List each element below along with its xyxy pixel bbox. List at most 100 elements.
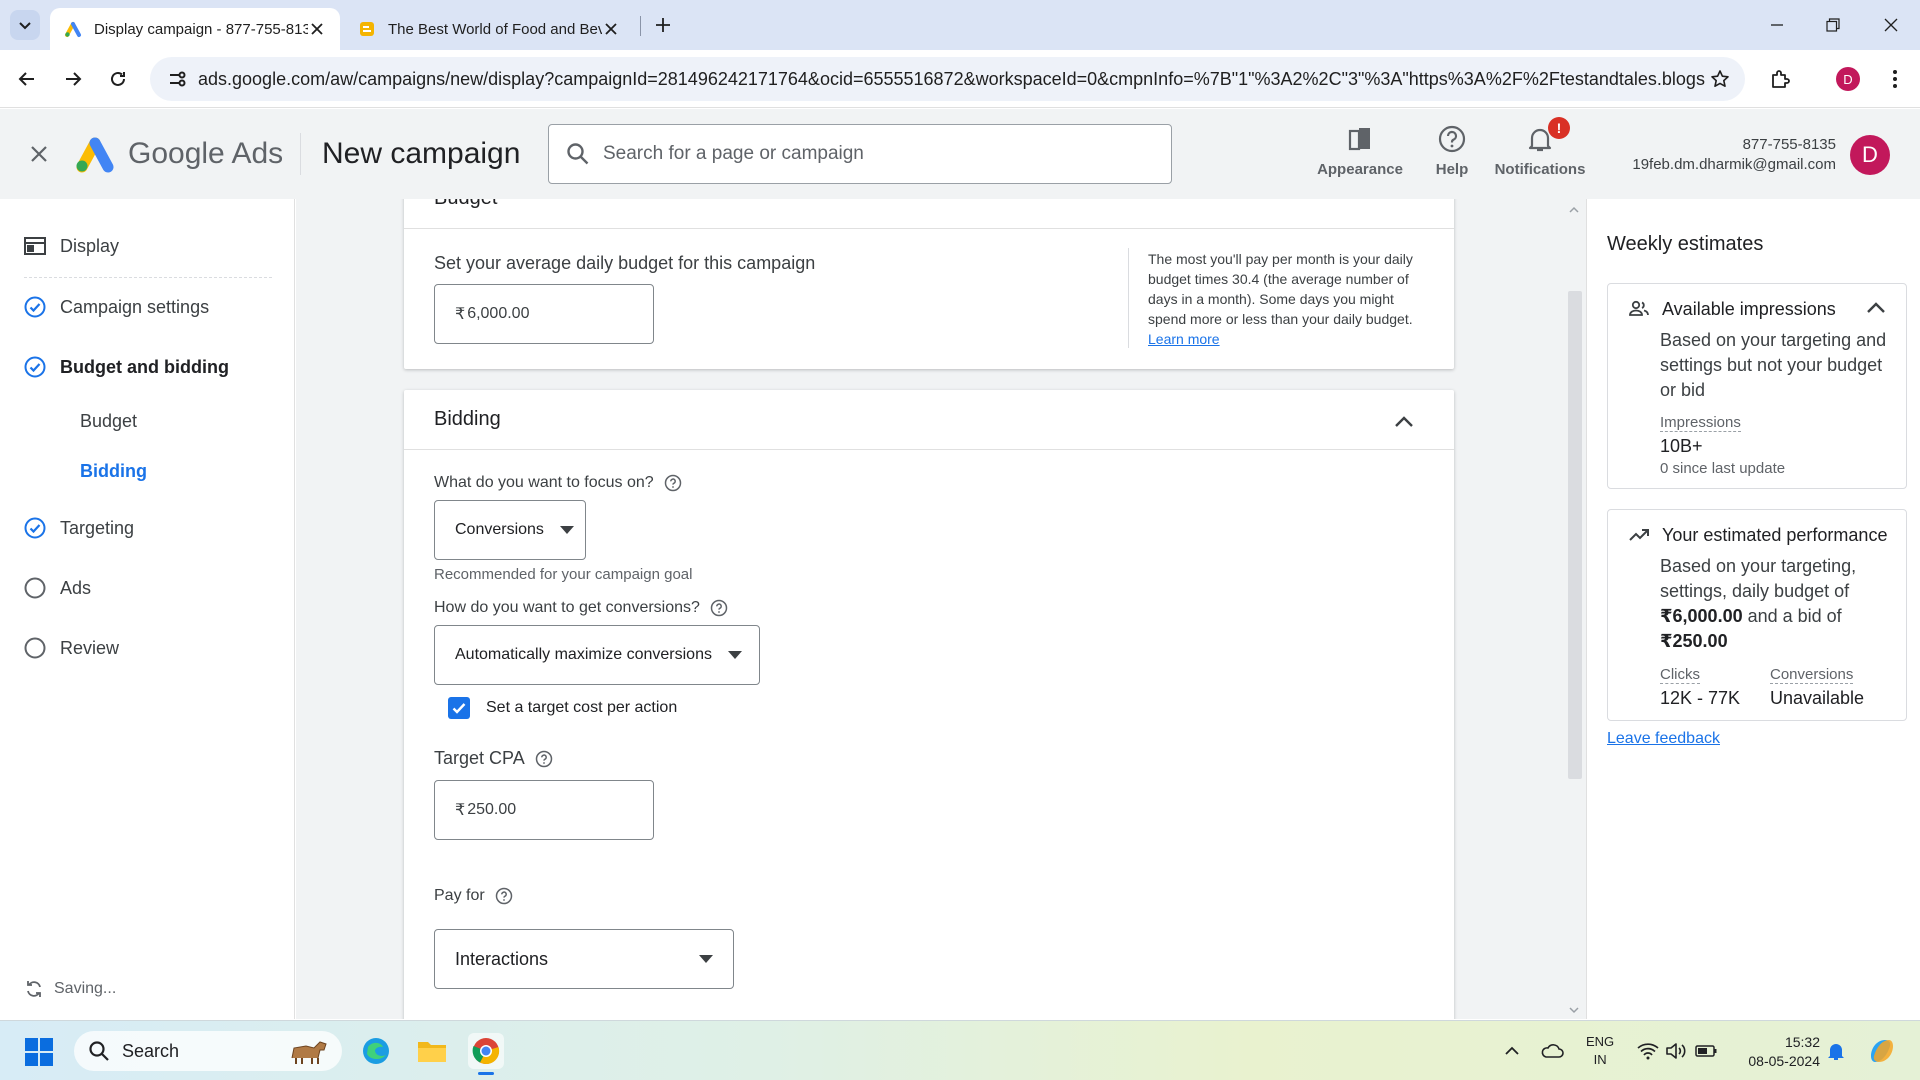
taskbar-search[interactable]: Search: [74, 1031, 342, 1071]
target-cpa-checkbox-label: Set a target cost per action: [486, 699, 678, 716]
focus-label-text: What do you want to focus on?: [434, 474, 654, 491]
help-circle-icon[interactable]: [710, 599, 728, 617]
exit-campaign-button[interactable]: [24, 139, 54, 169]
main-scrollbar[interactable]: [1564, 199, 1584, 1019]
arrow-right-icon: [66, 72, 82, 86]
performance-desc-mid: and a bid of: [1747, 606, 1842, 626]
budget-title: Budget: [434, 199, 497, 210]
help-circle-icon[interactable]: [495, 887, 513, 905]
back-button[interactable]: [12, 64, 42, 94]
learn-more-link[interactable]: Learn more: [1148, 331, 1220, 347]
site-info-icon[interactable]: [166, 68, 188, 90]
checkmark-icon: [452, 703, 466, 714]
minimize-button[interactable]: [1762, 10, 1792, 40]
conversion-method-select[interactable]: Automatically maximize conversions: [434, 625, 760, 685]
pay-for-value: Interactions: [455, 948, 549, 969]
tab-separator: [640, 16, 641, 36]
account-avatar[interactable]: D: [1850, 135, 1890, 175]
nav-item-budget-and-bidding[interactable]: Budget and bidding: [24, 352, 229, 382]
target-cpa-input[interactable]: ₹ 250.00: [434, 780, 654, 840]
wifi-tray[interactable]: [1636, 1039, 1660, 1063]
help-circle-icon[interactable]: [664, 474, 682, 492]
focus-select[interactable]: Conversions: [434, 500, 586, 560]
tab-search-button[interactable]: [10, 10, 40, 40]
campaign-steps-nav: Display Campaign settings Budget and bid…: [0, 199, 295, 1019]
google-ads-favicon-icon: [65, 22, 81, 37]
account-email: 19feb.dm.dharmik@gmail.com: [1632, 156, 1836, 173]
address-bar[interactable]: ads.google.com/aw/campaigns/new/display?…: [150, 57, 1745, 101]
browser-profile-avatar[interactable]: D: [1836, 67, 1860, 91]
nav-item-ads[interactable]: Ads: [24, 573, 91, 603]
taskbar-file-explorer[interactable]: [414, 1033, 450, 1069]
scrollbar-thumb[interactable]: [1568, 291, 1582, 779]
conversions-metric-label[interactable]: Conversions: [1770, 666, 1854, 684]
onedrive-tray[interactable]: [1540, 1039, 1564, 1063]
wifi-icon: [1637, 1043, 1659, 1060]
nav-item-label: Targeting: [60, 517, 135, 538]
search-input[interactable]: [603, 143, 1143, 165]
chevron-up-icon[interactable]: [1864, 296, 1888, 320]
browser-tab-inactive[interactable]: The Best World of Food and Beverages: [344, 8, 634, 50]
account-info[interactable]: 877-755-8135 19feb.dm.dharmik@gmail.com: [1632, 135, 1836, 175]
nav-item-targeting[interactable]: Targeting: [24, 513, 134, 543]
taskbar-clock[interactable]: 15:32 08-05-2024: [1700, 1033, 1820, 1071]
impressions-description: Based on your targeting and settings but…: [1660, 330, 1887, 400]
target-cpa-checkbox-row[interactable]: Set a target cost per action: [448, 697, 677, 719]
restore-button[interactable]: [1818, 10, 1848, 40]
windows-start-icon[interactable]: [24, 1037, 54, 1067]
edge-browser-icon: [363, 1038, 389, 1064]
notifications-label: Notifications: [1494, 161, 1586, 178]
input-language-indicator[interactable]: ENG IN: [1586, 1033, 1614, 1069]
bookmark-star-icon[interactable]: [1705, 64, 1735, 94]
main-content[interactable]: Budget Set your average daily budget for…: [296, 199, 1586, 1019]
help-button[interactable]: Help: [1424, 123, 1480, 187]
browser-menu-button[interactable]: [1880, 64, 1910, 94]
volume-tray[interactable]: [1664, 1039, 1688, 1063]
help-circle-icon[interactable]: [535, 750, 553, 768]
copilot-button[interactable]: [1866, 1035, 1898, 1067]
browser-tab-active[interactable]: Display campaign - 877-755-8135 - Google…: [50, 8, 340, 50]
performance-card-header[interactable]: Your estimated performance: [1628, 520, 1887, 550]
close-icon: [31, 146, 47, 162]
notifications-button[interactable]: ! Notifications: [1492, 117, 1588, 187]
nav-item-campaign-settings[interactable]: Campaign settings: [24, 292, 209, 322]
page-search-box[interactable]: [548, 124, 1172, 184]
dropdown-arrow-icon: [727, 651, 742, 659]
saving-status: Saving...: [24, 979, 116, 999]
nav-item-display[interactable]: Display: [24, 231, 119, 261]
close-window-button[interactable]: [1876, 10, 1906, 40]
budget-note-text: The most you'll pay per month is your da…: [1148, 251, 1413, 327]
extensions-button[interactable]: [1766, 64, 1796, 94]
nav-subitem-budget[interactable]: Budget: [80, 407, 137, 435]
scroll-down-arrow-icon[interactable]: [1569, 1005, 1579, 1015]
daily-budget-input[interactable]: ₹ 6,000.00: [434, 284, 654, 344]
pay-for-select[interactable]: Interactions: [434, 929, 734, 989]
clicks-metric-label[interactable]: Clicks: [1660, 666, 1700, 684]
taskbar-chrome[interactable]: [468, 1033, 504, 1075]
estimated-performance-card: Your estimated performance Based on your…: [1607, 509, 1907, 721]
note-divider: [1128, 248, 1129, 348]
collapse-section-button[interactable]: [1390, 408, 1418, 436]
reload-button[interactable]: [103, 64, 133, 94]
forward-button[interactable]: [58, 64, 88, 94]
target-cpa-checkbox[interactable]: [448, 697, 470, 719]
nav-subitem-bidding[interactable]: Bidding: [80, 457, 147, 485]
tab-close-icon[interactable]: [308, 20, 326, 38]
search-highlight-horse-icon: [291, 1041, 327, 1064]
impressions-card-header[interactable]: Available impressions: [1628, 294, 1836, 324]
performance-desc-prefix: Based on your targeting, settings, daily…: [1660, 556, 1857, 601]
tab-close-icon[interactable]: [602, 20, 620, 38]
arrow-left-icon: [18, 72, 34, 86]
impressions-metric-label[interactable]: Impressions: [1660, 414, 1741, 432]
appearance-button[interactable]: Appearance: [1316, 123, 1404, 187]
notification-center-button[interactable]: [1824, 1039, 1848, 1063]
card-divider: [404, 228, 1454, 229]
new-tab-button[interactable]: [650, 12, 676, 38]
show-hidden-icons-button[interactable]: [1500, 1039, 1524, 1063]
taskbar-edge[interactable]: [358, 1033, 394, 1069]
scroll-up-arrow-icon[interactable]: [1569, 205, 1579, 215]
puzzle-icon: [1772, 70, 1790, 88]
nav-item-review[interactable]: Review: [24, 633, 119, 663]
leave-feedback-link[interactable]: Leave feedback: [1607, 730, 1720, 748]
windows-taskbar: Search ENG IN 15:32 08-05-2024: [0, 1020, 1920, 1080]
